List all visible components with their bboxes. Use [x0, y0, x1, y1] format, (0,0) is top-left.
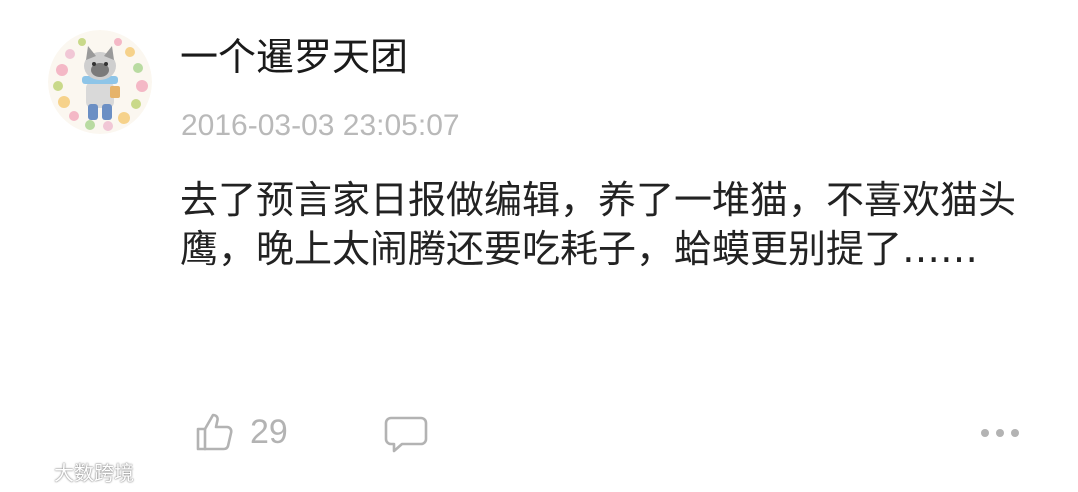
- like-count: 29: [250, 412, 288, 451]
- watermark-text: 大数跨境: [54, 461, 134, 485]
- more-options-button[interactable]: [976, 418, 1024, 448]
- watermark: 大数跨境: [8, 457, 134, 486]
- comment-author[interactable]: 一个暹罗天团: [180, 34, 408, 80]
- speech-bubble-icon: [384, 416, 428, 453]
- ellipsis-icon: [981, 429, 1019, 437]
- avatar-image: [48, 30, 152, 134]
- reply-button[interactable]: [382, 410, 430, 458]
- comment-timestamp: 2016-03-03 23:05:07: [181, 109, 460, 142]
- watermark-logo-icon: [10, 461, 49, 482]
- like-button[interactable]: 29: [192, 408, 288, 456]
- thumbs-up-icon: [196, 413, 233, 451]
- user-avatar[interactable]: [48, 30, 152, 134]
- comment-body: 去了预言家日报做编辑，养了一堆猫，不喜欢猫头鹰，晚上太闹腾还要吃耗子，蛤蟆更别提…: [180, 178, 1017, 271]
